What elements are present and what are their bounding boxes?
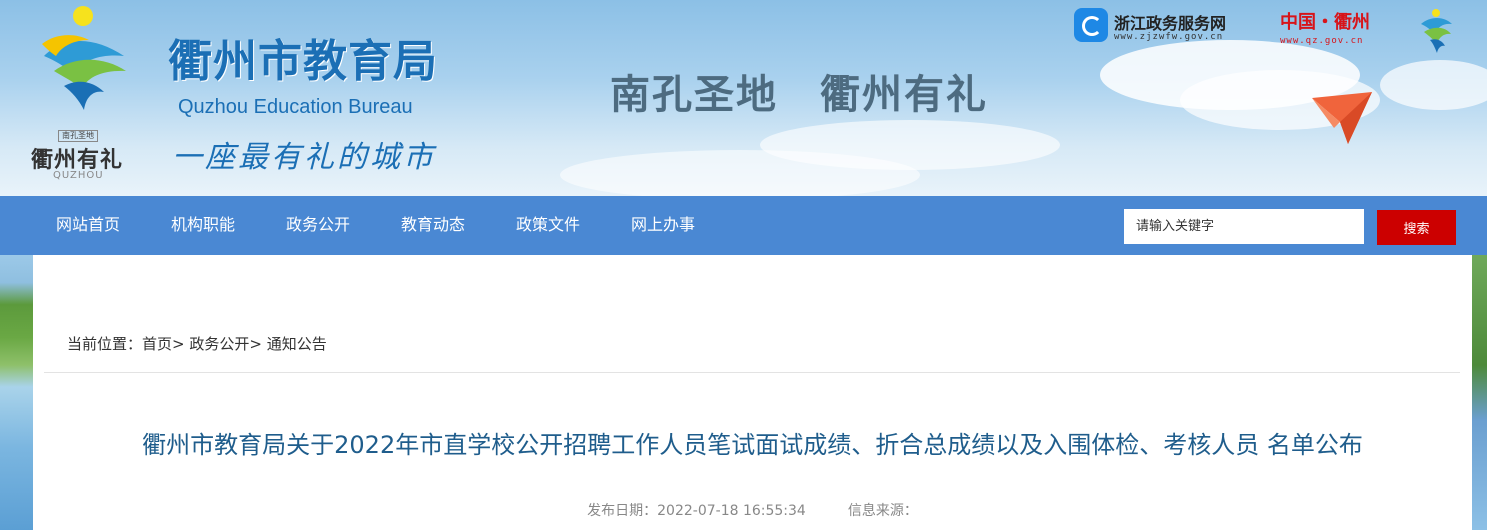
city-motto: 南孔圣地 衢州有礼 [610, 71, 988, 118]
breadcrumb-gov-affairs[interactable]: 政务公开> [189, 335, 262, 353]
breadcrumb-divider [44, 372, 1460, 373]
zj-portal-icon [1074, 8, 1108, 42]
site-title[interactable]: 衢州市教育局 [168, 36, 438, 88]
site-slogan: 一座最有礼的城市 [172, 140, 436, 175]
source-label: 信息来源： [847, 503, 918, 519]
zj-portal-url: www.zjzwfw.gov.cn [1114, 32, 1224, 42]
nav-item-functions[interactable]: 机构职能 [171, 196, 235, 255]
cloud [1380, 60, 1487, 110]
city-logo[interactable]: 南孔圣地 衢州有礼 QUZHOU [28, 4, 138, 184]
background-scenery-right [1472, 255, 1487, 530]
header-banner: 南孔圣地 衢州有礼 QUZHOU 衢州市教育局 Quzhou Education… [0, 0, 1487, 196]
qz-portal-url: www.qz.gov.cn [1280, 36, 1364, 46]
content-panel [33, 255, 1472, 530]
breadcrumb-notices[interactable]: 通知公告 [267, 335, 327, 353]
nav-item-home[interactable]: 网站首页 [56, 196, 120, 255]
zj-portal-name: 浙江政务服务网 [1114, 14, 1227, 33]
cloud [560, 150, 920, 196]
breadcrumb-home[interactable]: 首页> [142, 335, 185, 353]
search-button[interactable]: 搜索 [1377, 210, 1456, 245]
emblem-icon [42, 35, 126, 110]
paper-plane-icon [1312, 92, 1372, 144]
nav-item-policy-docs[interactable]: 政策文件 [516, 196, 580, 255]
nav-item-gov-affairs[interactable]: 政务公开 [286, 196, 350, 255]
publish-label: 发布日期： [587, 503, 658, 519]
nav-item-education-news[interactable]: 教育动态 [401, 196, 465, 255]
breadcrumb: 当前位置：首页> 政务公开> 通知公告 [67, 333, 327, 354]
site-subtitle: Quzhou Education Bureau [178, 96, 413, 118]
nav-item-online-services[interactable]: 网上办事 [631, 196, 695, 255]
qz-portal-link[interactable]: 中国・衢州 www.qz.gov.cn [1280, 8, 1370, 46]
article-meta: 发布日期：2022-07-18 16:55:34 信息来源： [33, 500, 1472, 520]
publish-date: 2022-07-18 16:55:34 [657, 503, 806, 519]
mini-emblem-icon[interactable] [1418, 8, 1454, 54]
article-title: 衢州市教育局关于2022年市直学校公开招聘工作人员笔试面试成绩、折合总成绩以及入… [142, 431, 1363, 459]
logo-seal: 南孔圣地 [58, 130, 98, 142]
logo-pinyin: QUZHOU [53, 170, 104, 181]
breadcrumb-prefix: 当前位置： [67, 335, 143, 353]
qz-portal-name: 中国・衢州 [1280, 12, 1370, 33]
background-scenery-left [0, 255, 33, 530]
sun-icon [73, 6, 93, 26]
search-input[interactable] [1124, 209, 1364, 244]
